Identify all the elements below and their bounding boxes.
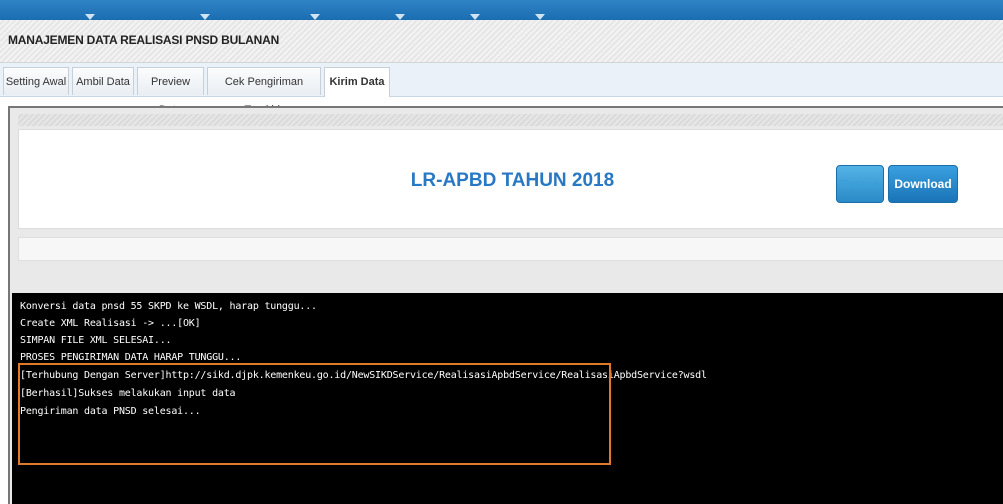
console-line: Konversi data pnsd 55 SKPD ke WSDL, hara… xyxy=(20,301,317,312)
tab-cek-pengiriman-terakhir[interactable]: Cek Pengiriman Terakhir xyxy=(207,67,321,116)
tab-ambil-data[interactable]: Ambil Data xyxy=(72,67,134,95)
highlight-box xyxy=(18,363,611,465)
report-card: LR-APBD TAHUN 2018 Proses Download xyxy=(18,129,1003,229)
page-header: MANAJEMEN DATA REALISASI PNSD BULANAN xyxy=(0,20,1003,63)
console-line: PROSES PENGIRIMAN DATA HARAP TUNGGU... xyxy=(20,352,242,363)
console-line: Create XML Realisasi -> ...[OK] xyxy=(20,318,201,329)
download-button[interactable]: Download xyxy=(888,165,958,203)
tab-preview-data[interactable]: Preview Data xyxy=(137,67,204,116)
top-bar xyxy=(0,0,1003,20)
proses-button[interactable]: Proses xyxy=(836,165,884,203)
tab-bar: Setting Awal Ambil Data Preview Data Cek… xyxy=(0,63,1003,116)
console-line: SIMPAN FILE XML SELESAI... xyxy=(20,335,172,346)
panel-stripe xyxy=(18,114,1003,126)
tab-setting-awal[interactable]: Setting Awal xyxy=(3,67,69,95)
progress-area xyxy=(18,237,1003,261)
page-title: MANAJEMEN DATA REALISASI PNSD BULANAN xyxy=(8,33,280,47)
console-output: Konversi data pnsd 55 SKPD ke WSDL, hara… xyxy=(12,293,1003,504)
tab-kirim-data[interactable]: Kirim Data xyxy=(324,67,390,97)
